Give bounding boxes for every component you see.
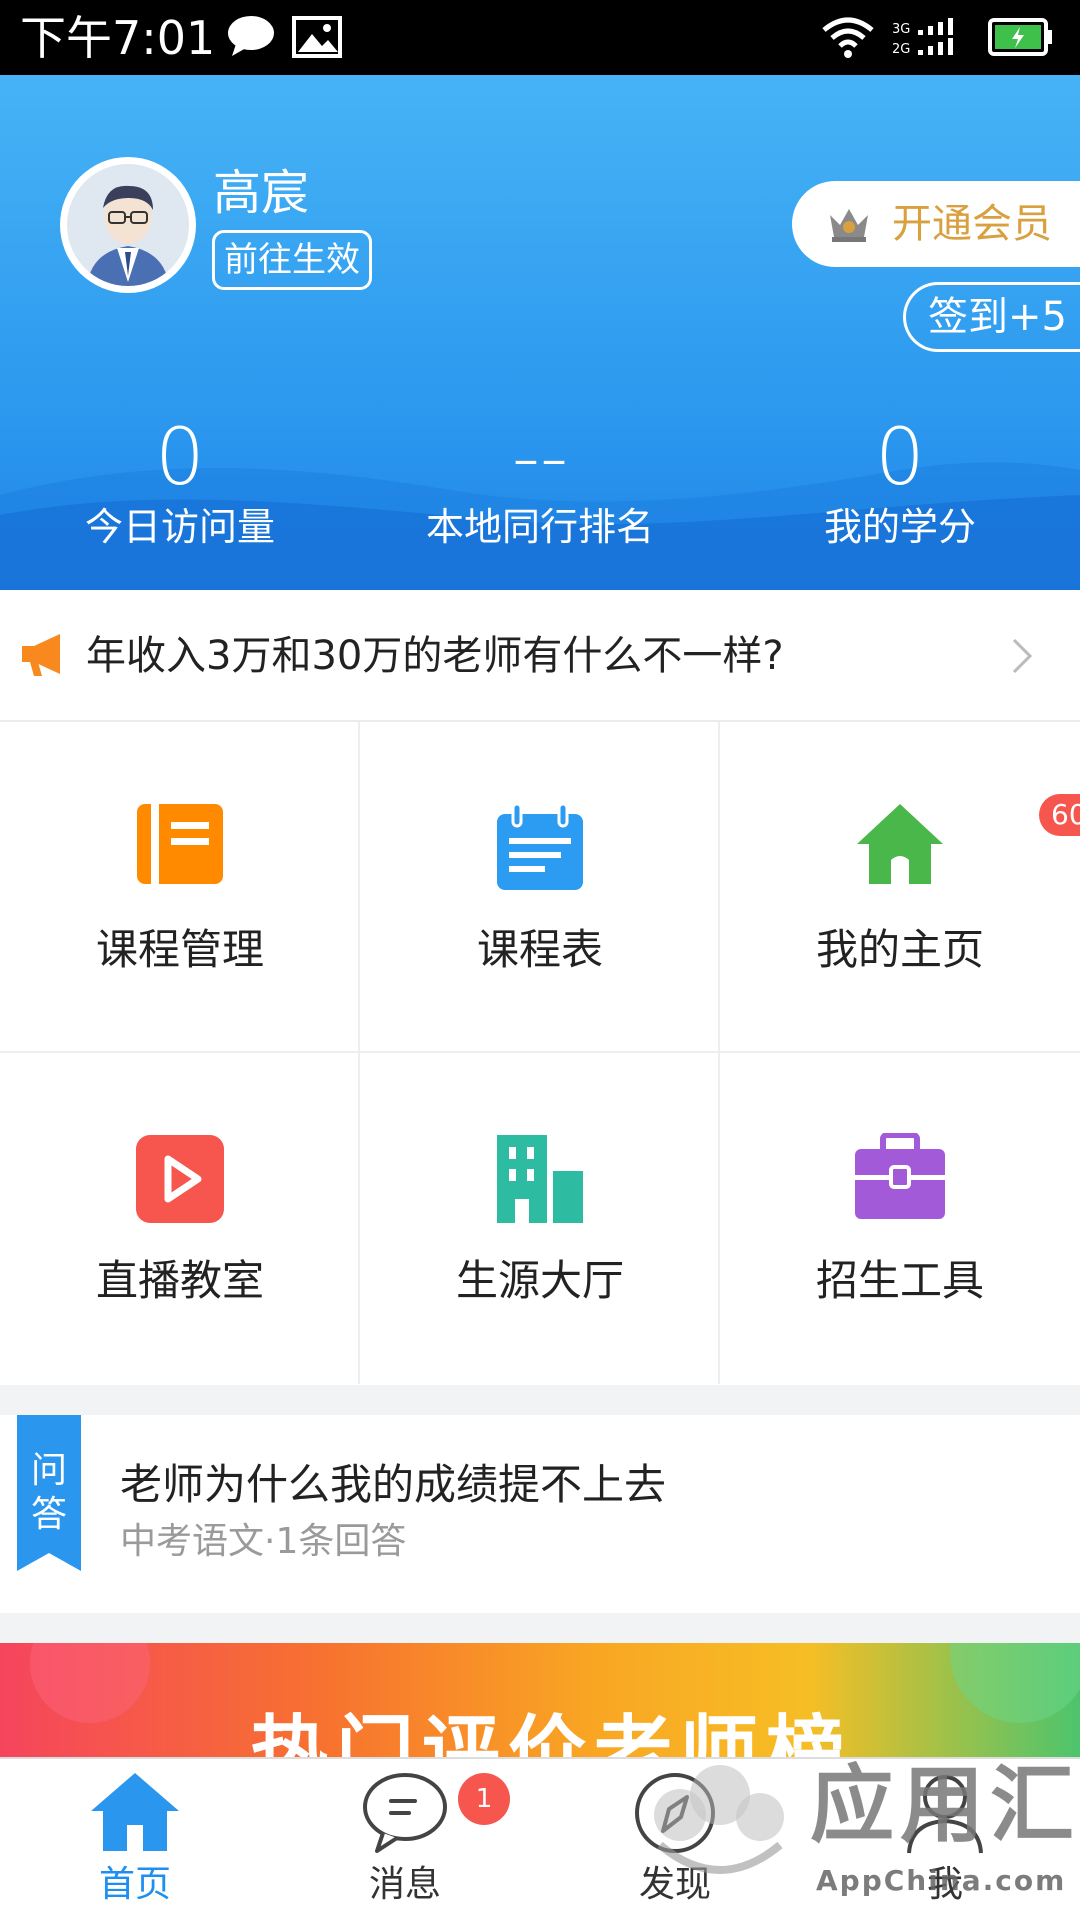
grid-label: 生源大厅	[455, 1256, 624, 1305]
grid-label: 招生工具	[815, 1256, 984, 1305]
stat-ranking[interactable]: -- 本地同行排名	[390, 413, 690, 551]
status-time: 下午7:01	[20, 11, 216, 65]
stat-label: 今日访问量	[84, 505, 275, 549]
grid-item-student-hall[interactable]: 生源大厅	[360, 1053, 720, 1384]
watermark-subtext: AppChina.com	[816, 1864, 1067, 1897]
message-icon	[363, 1773, 447, 1853]
grid-item-schedule[interactable]: 课程表	[360, 722, 720, 1053]
stat-credits[interactable]: 0 我的学分	[750, 413, 1050, 551]
nav-label: 首页	[98, 1864, 171, 1905]
stat-label: 我的学分	[823, 505, 976, 549]
nav-home[interactable]: 首页	[0, 1759, 270, 1920]
avatar[interactable]	[60, 157, 196, 293]
book-icon	[137, 804, 223, 884]
stat-visits[interactable]: 0 今日访问量	[30, 413, 330, 551]
message-count-badge: 1	[458, 1773, 510, 1825]
calendar-icon	[497, 802, 583, 890]
progress-badge: 60%	[1039, 794, 1080, 836]
qa-card[interactable]: 问答 老师为什么我的成绩提不上去 中考语文·1条回答	[0, 1415, 1080, 1613]
grid-label: 直播教室	[95, 1256, 264, 1305]
chevron-right-icon	[1012, 638, 1033, 674]
crown-icon	[830, 209, 868, 242]
notice-bar[interactable]: 年收入3万和30万的老师有什么不一样?	[0, 590, 1080, 722]
vip-button[interactable]: 开通会员	[792, 181, 1080, 267]
notice-text: 年收入3万和30万的老师有什么不一样?	[86, 633, 784, 679]
stat-label: 本地同行排名	[425, 505, 654, 549]
stat-value: 0	[155, 413, 205, 503]
grid-label: 我的主页	[815, 925, 984, 974]
chat-notification-icon	[228, 16, 274, 56]
megaphone-icon	[22, 634, 60, 676]
play-icon	[136, 1135, 224, 1223]
watermark-cloud-icon	[654, 1765, 784, 1874]
qa-title: 老师为什么我的成绩提不上去	[120, 1460, 667, 1509]
battery-icon	[988, 18, 1052, 56]
svg-text:2G: 2G	[892, 42, 910, 57]
teacher-avatar-icon	[87, 185, 169, 286]
feature-grid: 课程管理 课程表 60 我的主页 直播教室 生源大厅 招生工具	[0, 722, 1080, 1385]
status-bar: 下午7:01 3G 2G	[0, 0, 1080, 75]
grid-label: 课程表	[476, 925, 603, 974]
image-notification-icon	[292, 16, 342, 58]
stat-value: --	[511, 413, 569, 503]
grid-item-enrollment-tools[interactable]: 招生工具	[720, 1053, 1080, 1384]
building-icon	[497, 1135, 583, 1223]
cellular-signal-icon: 3G 2G	[892, 18, 953, 57]
user-name: 高宸	[213, 165, 310, 221]
signin-button[interactable]: 签到+5	[903, 282, 1080, 352]
grid-label: 课程管理	[95, 925, 264, 974]
vip-label: 开通会员	[892, 201, 1052, 247]
watermark-text: 应用汇	[810, 1756, 1080, 1854]
activate-button[interactable]: 前往生效	[212, 230, 372, 290]
home-icon	[857, 804, 943, 884]
profile-header: 高宸 前往生效 开通会员 签到+5 0 今日访问量 -- 本地同行排名 0 我的…	[0, 75, 1080, 590]
grid-item-course-management[interactable]: 课程管理	[0, 722, 360, 1053]
qa-tag: 问答	[30, 1450, 67, 1535]
wifi-icon	[822, 17, 874, 58]
appchina-watermark: 应用汇 AppChina.com	[640, 1745, 1080, 1920]
nav-label: 消息	[368, 1864, 441, 1905]
grid-item-homepage[interactable]: 60% 我的主页	[720, 722, 1080, 1053]
stat-value: 0	[875, 413, 925, 503]
svg-text:3G: 3G	[892, 22, 910, 37]
grid-item-live-classroom[interactable]: 直播教室	[0, 1053, 360, 1384]
qa-subtitle: 中考语文·1条回答	[120, 1521, 407, 1562]
home-icon	[91, 1773, 179, 1851]
briefcase-icon	[855, 1133, 945, 1219]
screen: 下午7:01 3G 2G 高宸 前往生效 开通会员 签到+5 0 今日访问量 -…	[0, 0, 1080, 1920]
